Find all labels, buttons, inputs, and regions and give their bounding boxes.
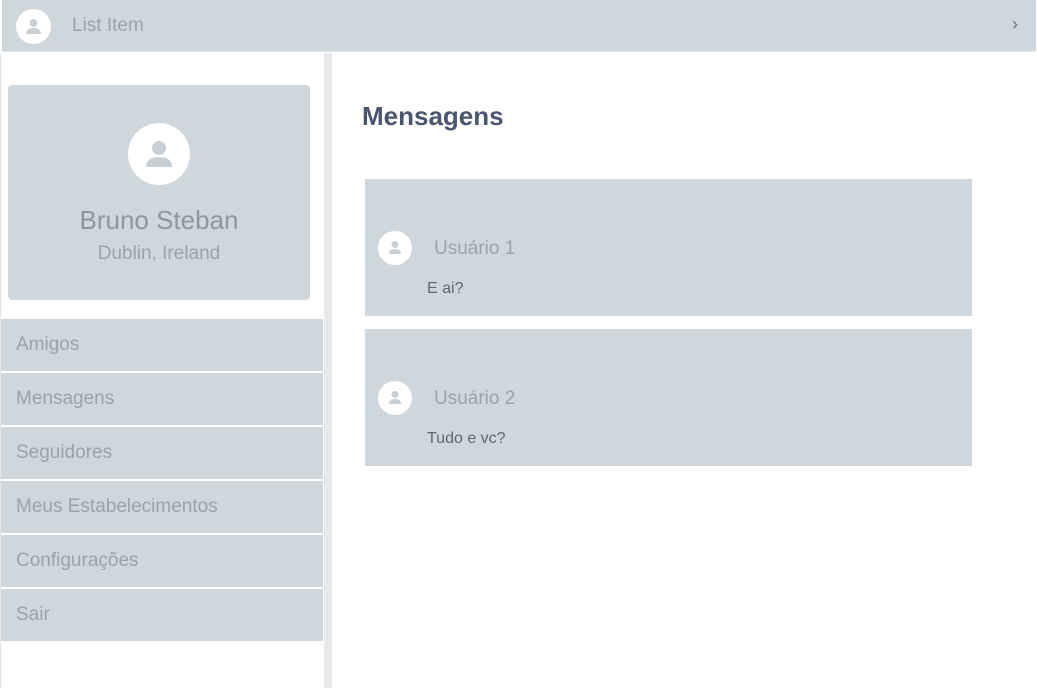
message-user: Usuário 2 [434,388,516,409]
list-item-header[interactable]: List Item › [2,0,1036,52]
sidebar-item-configuracoes[interactable]: Configurações [1,535,323,587]
page-title: Mensagens [362,101,504,131]
profile-name: Bruno Steban [79,205,239,235]
chevron-right-icon[interactable]: › [1012,14,1018,35]
list-item-label: List Item [72,15,144,36]
profile-card: Bruno Steban Dublin, Ireland [8,85,310,300]
sidebar-item-sair[interactable]: Sair [1,589,323,641]
sidebar-item-seguidores[interactable]: Seguidores [1,427,323,479]
profile-location: Dublin, Ireland [97,243,221,264]
message-item[interactable]: Usuário 2 Tudo e vc? [365,329,972,466]
person-icon [378,231,412,265]
sidebar-item-mensagens[interactable]: Mensagens [1,373,323,425]
sidebar-item-amigos[interactable]: Amigos [1,319,323,371]
message-user: Usuário 1 [434,238,516,259]
message-text: Tudo e vc? [427,430,506,447]
message-item[interactable]: Usuário 1 E ai? [365,179,972,316]
main-content: Mensagens Usuário 1 E ai? Usuário 2 Tudo… [332,53,1037,688]
person-icon [378,381,412,415]
person-icon [128,123,190,185]
sidebar: Bruno Steban Dublin, Ireland Amigos Mens… [0,53,326,688]
person-icon [16,9,51,44]
sidebar-menu: Amigos Mensagens Seguidores Meus Estabel… [1,319,323,643]
sidebar-divider[interactable] [324,53,332,688]
message-text: E ai? [427,280,464,297]
sidebar-item-estabelecimentos[interactable]: Meus Estabelecimentos [1,481,323,533]
